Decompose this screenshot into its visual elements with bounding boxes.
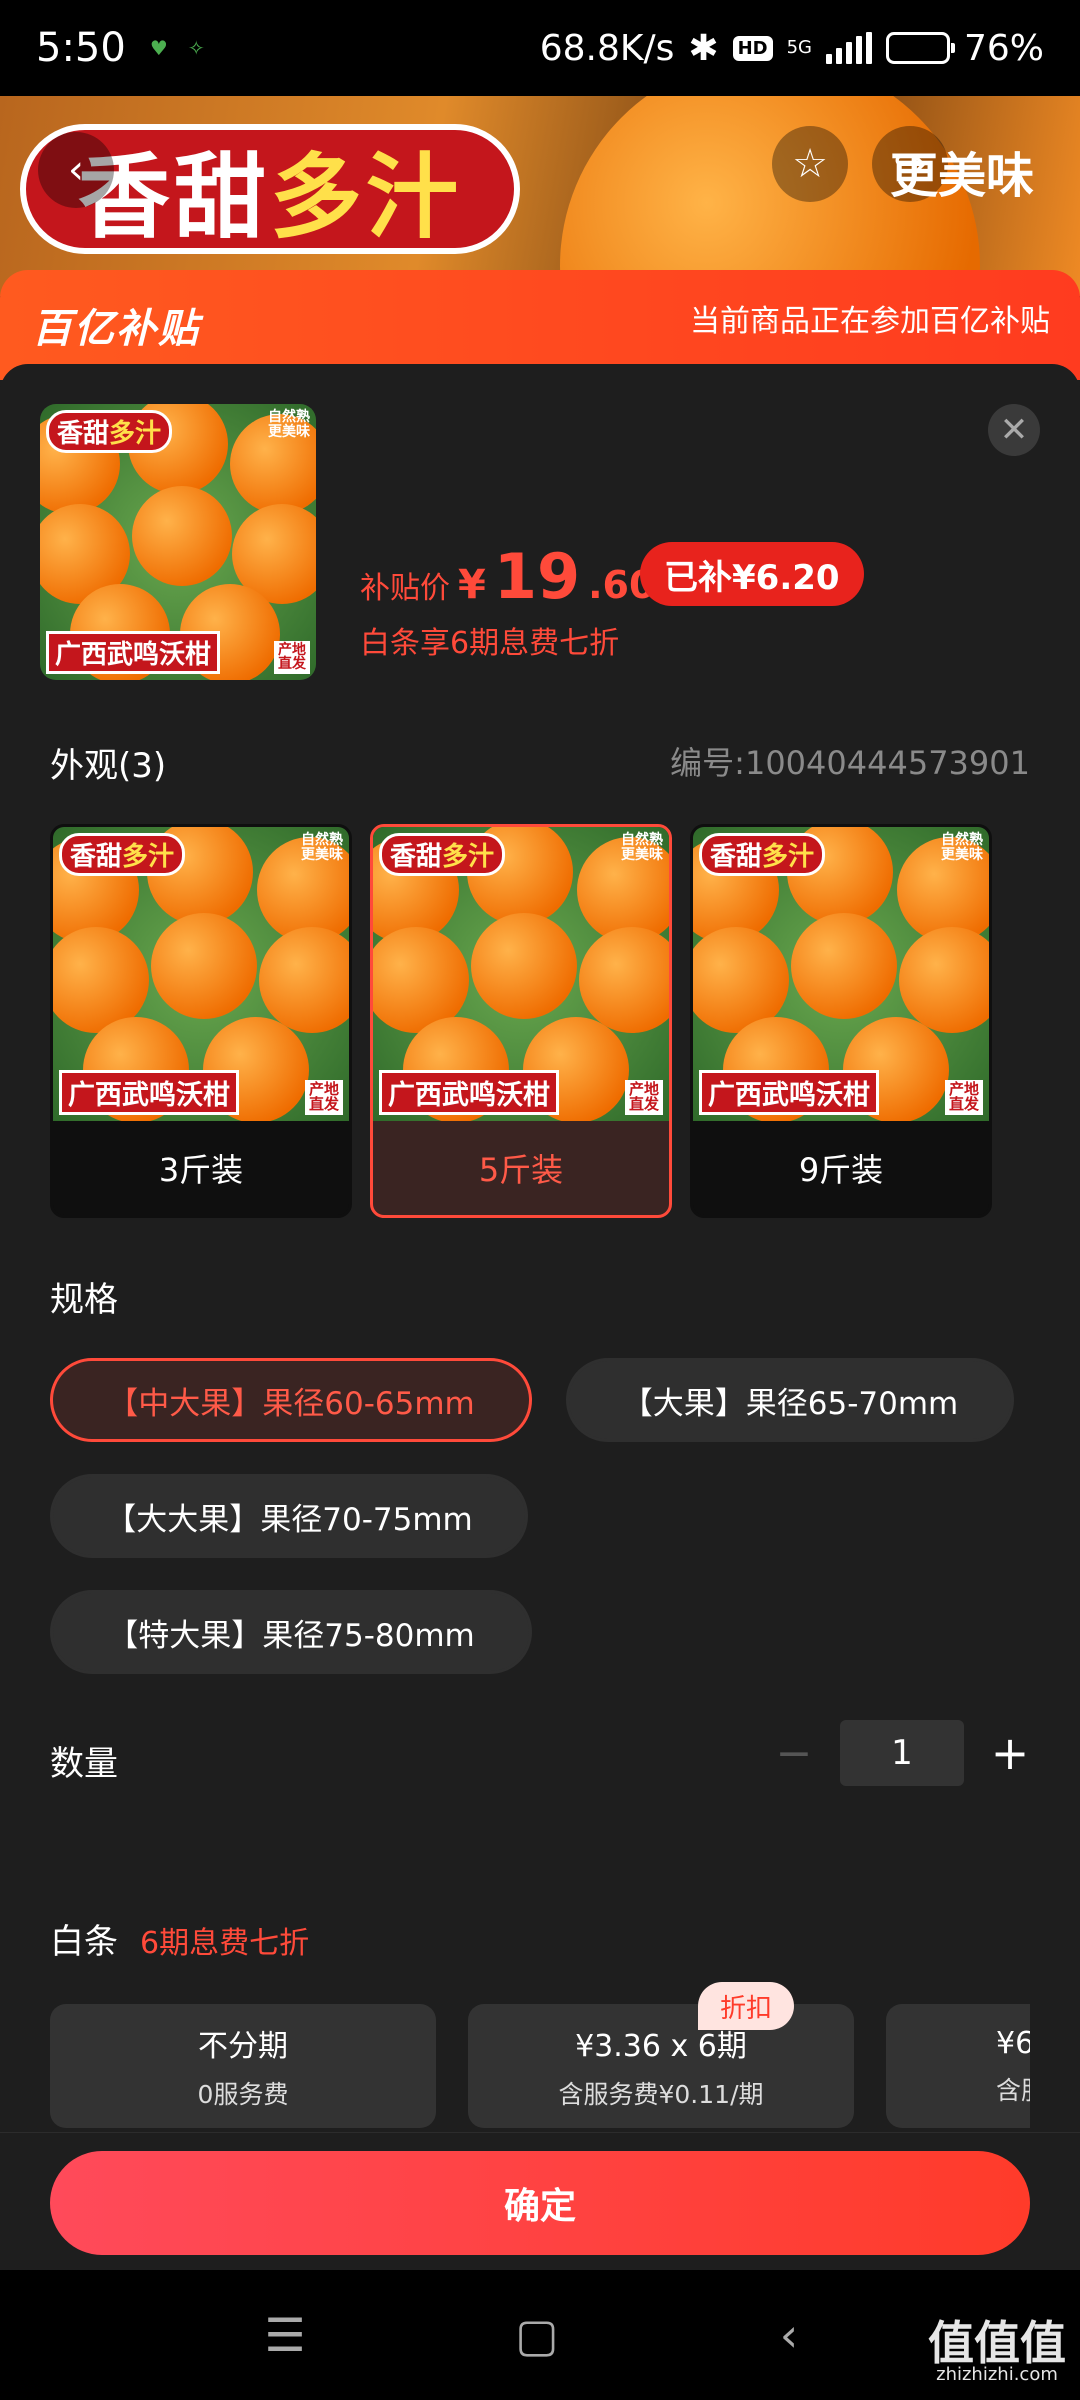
network-type: 5G — [786, 37, 812, 58]
plan-title: ¥6 — [996, 2025, 1030, 2061]
plan-subtitle: 含服务费¥0.11/期 — [558, 2080, 764, 2109]
spec-option-extra-large[interactable]: 【大大果】果径70-75mm — [50, 1474, 528, 1558]
menu-icon: ☰ — [264, 2308, 306, 2362]
image-product-name: 广西武鸣沃柑 — [379, 1070, 559, 1115]
plan-subtitle: 0服务费 — [197, 2080, 289, 2109]
app-notification-icon: ♥ — [149, 36, 168, 60]
image-tag-nat: 自然熟 更美味 — [301, 832, 343, 864]
price-label: 补贴价 — [360, 571, 450, 606]
appearance-title: 外观(3) — [50, 746, 167, 786]
appearance-option-label: 9斤装 — [798, 1151, 884, 1189]
back-nav-button[interactable]: ‹ — [754, 2300, 824, 2370]
image-origin-tag: 产地 直发 — [274, 640, 310, 674]
image-tag: 香甜多汁 — [46, 410, 173, 453]
notification-icons: ♥ ✧ — [150, 38, 208, 58]
app-notification-icon: ✧ — [187, 36, 205, 60]
plan-title: 不分期 — [198, 2029, 288, 2064]
appearance-option[interactable]: 香甜多汁 自然熟 更美味 广西武鸣沃柑 产地 直发 5斤装 — [370, 824, 672, 1218]
image-origin-tag: 产地 直发 — [944, 1079, 983, 1115]
menu-nav-button[interactable]: ☰ — [250, 2300, 320, 2370]
installment-plan-6[interactable]: ¥3.36 x 6期 含服务费¥0.11/期 — [468, 2004, 854, 2128]
baitiao-title: 白条 — [50, 1922, 118, 1962]
appearance-option-label: 3斤装 — [158, 1151, 244, 1189]
product-image: 香甜多汁 自然熟 更美味 广西武鸣沃柑 产地 直发 — [693, 827, 989, 1121]
product-thumbnail[interactable]: 香甜多汁 自然熟 更美味 广西武鸣沃柑 产地 直发 — [40, 404, 316, 680]
battery-icon — [885, 32, 955, 64]
installment-plan-none[interactable]: 不分期 0服务费 — [50, 2004, 436, 2128]
subsidy-logo: 百亿补贴 — [32, 306, 200, 352]
sku-selector-sheet: 香甜多汁 自然熟 更美味 广西武鸣沃柑 产地 直发 ✕ 补贴价 ¥19.60 已补¥… — [0, 364, 1080, 2270]
image-tag-nat: 自然熟 更美味 — [268, 409, 310, 441]
bluetooth-icon: ✱ — [688, 27, 719, 69]
quantity-decrease-button[interactable]: − — [774, 1728, 814, 1779]
subsidy-price: 补贴价 ¥19.60 — [360, 540, 655, 613]
appearance-option[interactable]: 香甜多汁 自然熟 更美味 广西武鸣沃柑 产地 直发 3斤装 — [50, 824, 352, 1218]
image-origin-tag: 产地 直发 — [624, 1079, 663, 1115]
product-image: 香甜多汁 自然熟 更美味 广西武鸣沃柑 产地 直发 — [40, 404, 316, 680]
home-nav-button[interactable]: ▢ — [502, 2300, 572, 2370]
spec-option-medium-large[interactable]: 【中大果】果径60-65mm — [50, 1358, 532, 1442]
close-button[interactable]: ✕ — [988, 404, 1040, 456]
quantity-input[interactable]: 1 — [840, 1720, 964, 1786]
installment-plans: 不分期 0服务费 ¥3.36 x 6期 含服务费¥0.11/期 ¥6 含服 — [50, 2004, 1030, 2130]
image-product-name: 广西武鸣沃柑 — [46, 631, 221, 674]
net-speed: 68.8K/s — [539, 27, 675, 69]
price-currency: ¥ — [458, 562, 486, 608]
home-icon: ▢ — [515, 2308, 559, 2362]
image-tag-nat: 自然熟 更美味 — [621, 832, 663, 864]
system-nav-bar: ☰ ▢ ‹ — [0, 2270, 1080, 2400]
subsidized-amount-badge: 已补¥6.20 — [640, 542, 864, 606]
image-tag: 香甜多汁 — [379, 833, 506, 876]
appearance-option-label: 5斤装 — [478, 1151, 564, 1189]
back-icon: ‹ — [779, 2308, 799, 2362]
image-tag: 香甜多汁 — [59, 833, 186, 876]
confirm-bar: 确定 — [0, 2132, 1080, 2270]
sku-id: 编号:10040444573901 — [670, 744, 1030, 782]
spec-option-large[interactable]: 【大果】果径65-70mm — [566, 1358, 1014, 1442]
status-right: 68.8K/s ✱ HD 5G 76% — [540, 28, 1044, 69]
favorite-button[interactable]: ☆ — [772, 126, 848, 202]
image-origin-tag: 产地 直发 — [304, 1079, 343, 1115]
hero-corner-text: 更美味 — [890, 148, 1035, 204]
battery-percent: 76% — [963, 27, 1044, 69]
appearance-options: 香甜多汁 自然熟 更美味 广西武鸣沃柑 产地 直发 3斤装 香甜多汁 自然熟 更美味 … — [50, 824, 992, 1218]
quantity-title: 数量 — [50, 1744, 118, 1784]
subsidy-note: 当前商品正在参加百亿补贴 — [690, 304, 1050, 339]
installment-note: 白条享6期息费七折 — [360, 626, 620, 661]
star-icon: ☆ — [792, 141, 828, 187]
status-bar: 5:50 ♥ ✧ 68.8K/s ✱ HD 5G 76% — [0, 0, 1080, 96]
product-image: 香甜多汁 自然熟 更美味 广西武鸣沃柑 产地 直发 — [373, 827, 669, 1121]
image-product-name: 广西武鸣沃柑 — [699, 1070, 879, 1115]
quantity-increase-button[interactable]: + — [990, 1726, 1030, 1780]
discount-badge: 折扣 — [698, 1982, 795, 2030]
watermark-logo: 值值值 zhizhizhi.com — [928, 2316, 1066, 2385]
image-tag: 香甜多汁 — [699, 833, 826, 876]
baitiao-subtitle: 6期息费七折 — [140, 1926, 310, 1961]
hd-icon: HD — [732, 35, 773, 61]
installment-plan-12[interactable]: ¥6 含服 — [886, 2004, 1030, 2128]
price-integer: 19 — [493, 540, 581, 613]
back-button[interactable]: ‹ — [38, 132, 114, 208]
plan-subtitle: 含服 — [996, 2075, 1030, 2105]
close-icon: ✕ — [999, 410, 1029, 450]
product-hero-image: 香甜 多汁 ‹ ☆ ↪ 更美味 — [0, 96, 1080, 296]
confirm-button[interactable]: 确定 — [50, 2151, 1030, 2255]
quantity-stepper: − 1 + — [774, 1720, 1030, 1786]
status-time: 5:50 — [36, 25, 126, 71]
appearance-option[interactable]: 香甜多汁 自然熟 更美味 广西武鸣沃柑 产地 直发 9斤装 — [690, 824, 992, 1218]
signal-icon — [825, 32, 872, 64]
back-arrow-icon: ‹ — [68, 147, 84, 193]
spec-title: 规格 — [50, 1280, 118, 1320]
product-image: 香甜多汁 自然熟 更美味 广西武鸣沃柑 产地 直发 — [53, 827, 349, 1121]
image-tag-nat: 自然熟 更美味 — [941, 832, 983, 864]
image-product-name: 广西武鸣沃柑 — [59, 1070, 239, 1115]
spec-option-jumbo[interactable]: 【特大果】果径75-80mm — [50, 1590, 532, 1674]
